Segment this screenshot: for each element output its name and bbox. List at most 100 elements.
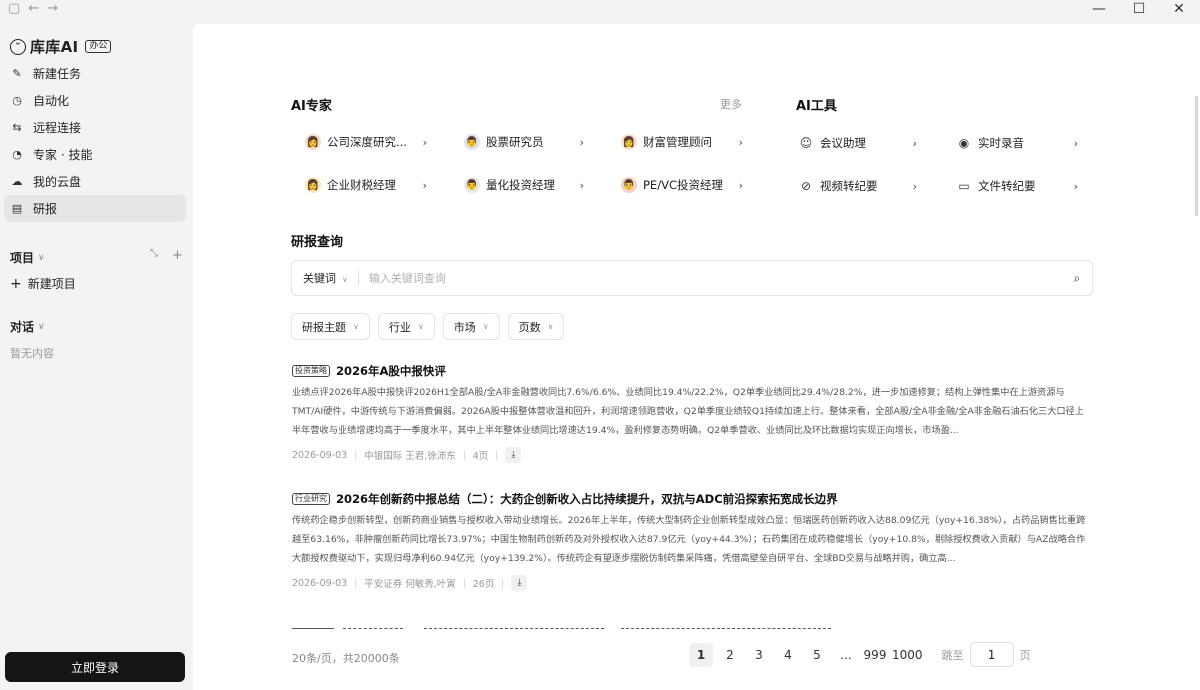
report-title[interactable]: 2026年创新药中报总结（二）：大药企创新收入占比持续提升，双抗与ADC前沿探索… xyxy=(336,491,838,507)
page-button[interactable]: 2 xyxy=(718,643,742,667)
expert-label: 公司深度研究... xyxy=(327,135,407,149)
edit-icon: ✎ xyxy=(12,67,22,80)
tool-card[interactable]: ▭ 文件转纪要 › xyxy=(956,176,1078,196)
close-icon[interactable]: ✕ xyxy=(1172,0,1186,18)
divider xyxy=(355,450,357,460)
jump-page-input[interactable] xyxy=(969,642,1014,667)
expert-avatar-icon: 👨 xyxy=(621,177,637,193)
report-item[interactable]: 行业研究 2026年创新药中报总结（二）：大药企创新收入占比持续提升，双抗与AD… xyxy=(292,491,1092,591)
report-date: 2026-09-03 xyxy=(292,577,348,589)
tool-card[interactable]: ◉ 实时录音 › xyxy=(956,133,1078,153)
expert-card[interactable]: 👨 股票研究员 › xyxy=(464,132,584,152)
experts-more-link[interactable]: 更多 xyxy=(720,96,742,112)
page-button[interactable]: 999 xyxy=(863,643,887,667)
filter-market[interactable]: 市场 ∨ xyxy=(442,313,500,340)
filter-label: 研报主题 xyxy=(302,320,346,334)
page-button[interactable]: 5 xyxy=(805,643,829,667)
pagination: ‹ 1 2 3 4 5 ... 999 1000 › 跳至 页 xyxy=(689,642,1031,690)
next-page-button[interactable]: › xyxy=(693,682,875,690)
chevron-right-icon: › xyxy=(1073,136,1078,150)
brand-name: 库库AI xyxy=(30,38,79,56)
report-tag: 行业研究 xyxy=(292,493,330,505)
expert-card[interactable]: 👩 财富管理顾问 › xyxy=(621,132,743,152)
sidebar-item-label: 我的云盘 xyxy=(33,175,82,189)
sidebar-item-automation[interactable]: ◷ 自动化 xyxy=(4,87,186,114)
tools-title: AI工具 xyxy=(796,99,837,114)
chevron-right-icon: › xyxy=(422,178,427,192)
expert-avatar-icon: 👨 xyxy=(464,177,480,193)
cloud-icon: ☁ xyxy=(11,175,23,188)
forward-arrow-icon[interactable]: → xyxy=(47,1,58,17)
brand-logo-icon: ᵕ xyxy=(10,38,26,55)
filter-industry[interactable]: 行业 ∨ xyxy=(377,313,435,340)
main-panel: AI专家 更多 👩 公司深度研究... › 👨 股票研究员 › 👩 财富管理顾问… xyxy=(193,24,1200,690)
filter-pages[interactable]: 页数 ∨ xyxy=(507,313,565,340)
expert-label: 企业财税经理 xyxy=(327,178,396,192)
download-icon[interactable]: ⤓ xyxy=(505,447,522,463)
filter-topic[interactable]: 研报主题 ∨ xyxy=(291,313,370,340)
projects-label: 项目 xyxy=(10,251,35,265)
sidebar-item-cloud[interactable]: ☁ 我的云盘 xyxy=(4,168,186,195)
sidebar-item-remote[interactable]: ⇆ 远程连接 xyxy=(4,114,186,141)
tool-card[interactable]: ⊘ 视频转纪要 › xyxy=(798,176,917,196)
report-source: 中银国际 王君,徐沛东 xyxy=(364,451,456,462)
sidebar-item-reports[interactable]: ▤ 研报 xyxy=(4,195,186,222)
tool-label: 视频转纪要 xyxy=(820,179,878,193)
chevron-right-icon: › xyxy=(1073,179,1078,193)
sidebar-item-label: 远程连接 xyxy=(33,121,82,135)
page-button[interactable]: 3 xyxy=(747,643,771,667)
search-type-select[interactable]: 关键词 ∨ xyxy=(292,270,348,286)
login-button[interactable]: 立即登录 xyxy=(5,652,185,682)
tool-label: 会议助理 xyxy=(820,136,866,150)
page-jump: 跳至 页 xyxy=(942,642,1031,667)
expert-card[interactable]: 👨 量化投资经理 › xyxy=(464,175,584,195)
divider xyxy=(463,578,465,588)
plus-icon: + xyxy=(10,275,22,292)
download-icon[interactable]: ⤓ xyxy=(511,575,528,591)
report-item[interactable]: 投资策略 2026年A股中报快评 业绩点评2026年A股中报快评2026H1全部… xyxy=(292,363,1092,463)
sidebar-item-experts[interactable]: ◔ 专家 · 技能 xyxy=(4,141,186,168)
report-title-row: 行业研究 2026年创新药中报总结（二）：大药企创新收入占比持续提升，双抗与AD… xyxy=(292,491,1092,507)
report-title-row: 投资策略 2026年A股中报快评 xyxy=(292,363,1092,379)
expert-label: 股票研究员 xyxy=(486,135,544,149)
expert-card[interactable]: 👩 企业财税经理 › xyxy=(305,175,427,195)
report-source: 平安证券 何敏秀,叶寅 xyxy=(364,579,456,590)
projects-header[interactable]: 项目 ∨ xyxy=(10,249,45,266)
expert-card[interactable]: 👩 公司深度研究... › xyxy=(305,132,427,152)
expert-card[interactable]: 👨 PE/VC投资经理 › xyxy=(621,175,743,195)
page-button[interactable]: 1000 xyxy=(892,643,923,667)
scrollbar[interactable] xyxy=(1195,96,1198,216)
expert-label: 财富管理顾问 xyxy=(643,135,712,149)
maximize-icon[interactable]: ☐ xyxy=(1132,0,1146,18)
meeting-assistant-icon: ☺ xyxy=(799,136,813,150)
page-ellipsis[interactable]: ... xyxy=(834,643,858,667)
report-title[interactable]: 2026年A股中报快评 xyxy=(336,363,446,379)
search-input[interactable] xyxy=(368,271,1062,285)
filter-label: 行业 xyxy=(388,320,411,334)
page-button-current[interactable]: 1 xyxy=(689,642,713,667)
chevron-right-icon: › xyxy=(422,135,427,149)
add-project-icon[interactable]: + xyxy=(172,248,183,263)
report-pages: 26页 xyxy=(472,579,495,590)
chevron-down-icon: ∨ xyxy=(482,322,489,331)
page-info: 20条/页，共20000条 xyxy=(292,652,400,665)
sidebar-toggle-icon[interactable]: ▢ xyxy=(8,1,20,17)
chats-header[interactable]: 对话 ∨ xyxy=(10,318,45,335)
sidebar-item-new-task[interactable]: ✎ 新建任务 xyxy=(4,60,186,87)
chats-label: 对话 xyxy=(10,320,35,334)
collapse-icon[interactable]: ⤡ xyxy=(150,248,158,263)
chevron-right-icon: › xyxy=(912,179,917,193)
sidebar-item-label: 专家 · 技能 xyxy=(33,148,93,162)
brand[interactable]: ᵕ 库库AI 办公 xyxy=(10,36,112,57)
minimize-icon[interactable]: — xyxy=(1092,0,1106,18)
tool-card[interactable]: ☺ 会议助理 › xyxy=(798,133,917,153)
page-button[interactable]: 4 xyxy=(776,643,800,667)
divider xyxy=(355,578,357,588)
new-project-button[interactable]: + 新建项目 xyxy=(10,275,76,292)
sidebar-item-label: 自动化 xyxy=(33,94,70,108)
expert-avatar-icon: 👩 xyxy=(621,134,637,150)
chevron-right-icon: › xyxy=(738,135,743,149)
search-type-label: 关键词 xyxy=(303,272,336,285)
search-icon[interactable]: ⌕ xyxy=(1062,271,1092,286)
back-arrow-icon[interactable]: ← xyxy=(28,1,39,17)
